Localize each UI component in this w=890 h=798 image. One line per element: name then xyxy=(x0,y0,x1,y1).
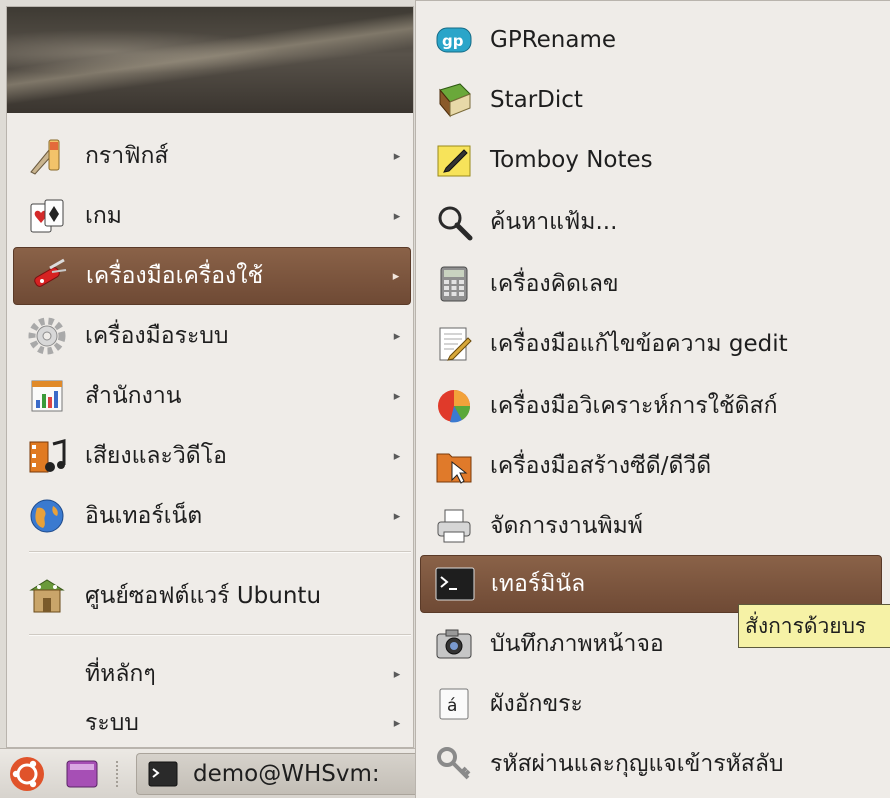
submenu-item-label: StarDict xyxy=(490,87,583,113)
menu-item-label: กราฟิกส์ xyxy=(85,143,169,169)
submenu-item-passwords-keys[interactable]: รหัสผ่านและกุญแจเข้ารหัสลับ xyxy=(420,735,882,793)
menu-item-system-tools[interactable]: เครื่องมือระบบ ▸ xyxy=(13,307,411,365)
keys-icon xyxy=(432,742,476,786)
menu-item-label: ระบบ xyxy=(85,710,139,736)
submenu-item-label: เทอร์มินัล xyxy=(491,571,586,597)
menu-item-sound-video[interactable]: เสียงและวิดีโอ ▸ xyxy=(13,427,411,485)
menu-item-accessories[interactable]: เครื่องมือเครื่องใช้ ▸ xyxy=(13,247,411,305)
svg-text:gp: gp xyxy=(442,32,464,50)
submenu-item-text-editor[interactable]: เครื่องมือแก้ไขข้อความ gedit xyxy=(420,315,882,373)
printer-icon xyxy=(432,504,476,548)
submenu-item-label: GPRename xyxy=(490,27,617,53)
menu-item-places[interactable]: ที่หลักๆ ▸ xyxy=(13,648,411,700)
calculator-icon xyxy=(432,262,476,306)
sound-video-icon xyxy=(25,434,69,478)
internet-icon xyxy=(25,494,69,538)
submenu-arrow-icon: ▸ xyxy=(393,508,401,524)
software-center-icon xyxy=(25,574,69,618)
menu-item-system[interactable]: ระบบ ▸ xyxy=(13,700,411,746)
terminal-icon xyxy=(433,562,477,606)
submenu-item-stardict[interactable]: StarDict xyxy=(420,71,882,129)
disk-usage-icon xyxy=(432,384,476,428)
submenu-item-label: Tomboy Notes xyxy=(490,147,653,173)
submenu-item-calculator[interactable]: เครื่องคิดเลข xyxy=(420,255,882,313)
accessories-submenu: gp GPRename StarDict Tomboy Notes ค้นหาแ… xyxy=(415,0,890,798)
submenu-arrow-icon: ▸ xyxy=(393,715,401,731)
character-map-icon: á xyxy=(432,682,476,726)
menu-item-label: อินเทอร์เน็ต xyxy=(85,503,203,529)
submenu-item-label: รหัสผ่านและกุญแจเข้ารหัสลับ xyxy=(490,751,784,777)
taskbar-button-label: demo@WHSvm: xyxy=(193,761,380,787)
submenu-item-label: ค้นหาแฟ้ม... xyxy=(490,209,618,235)
taskbar-button-terminal[interactable]: demo@WHSvm: xyxy=(136,753,415,795)
submenu-arrow-icon: ▸ xyxy=(392,268,400,284)
submenu-item-disk-usage[interactable]: เครื่องมือวิเคราะห์การใช้ดิสก์ xyxy=(420,377,882,435)
menu-separator xyxy=(29,634,411,636)
terminal-tooltip: สั่งการด้วยบร xyxy=(738,604,890,648)
submenu-arrow-icon: ▸ xyxy=(393,208,401,224)
submenu-item-label: เครื่องมือวิเคราะห์การใช้ดิสก์ xyxy=(490,393,778,419)
terminal-icon xyxy=(147,760,179,788)
bottom-panel: demo@WHSvm: xyxy=(0,748,415,798)
office-icon xyxy=(25,374,69,418)
submenu-arrow-icon: ▸ xyxy=(393,148,401,164)
submenu-arrow-icon: ▸ xyxy=(393,388,401,404)
menu-item-label: เครื่องมือระบบ xyxy=(85,323,229,349)
submenu-item-label: บันทึกภาพหน้าจอ xyxy=(490,631,664,657)
menu-item-graphics[interactable]: กราฟิกส์ ▸ xyxy=(13,127,411,185)
submenu-item-label: จัดการงานพิมพ์ xyxy=(490,513,643,539)
menu-item-label: เกม xyxy=(85,203,122,229)
graphics-icon xyxy=(25,134,69,178)
submenu-item-cd-burner[interactable]: เครื่องมือสร้างซีดี/ดีวีดี xyxy=(420,437,882,495)
cd-burner-icon xyxy=(432,444,476,488)
menu-separator xyxy=(29,551,411,553)
menu-item-label: เครื่องมือเครื่องใช้ xyxy=(86,263,264,289)
ubuntu-menu-icon[interactable] xyxy=(6,753,48,795)
camera-icon xyxy=(432,622,476,666)
menu-item-office[interactable]: สำนักงาน ▸ xyxy=(13,367,411,425)
stardict-icon xyxy=(432,78,476,122)
search-icon xyxy=(432,200,476,244)
menu-banner-image xyxy=(7,7,413,113)
text-editor-icon xyxy=(432,322,476,366)
menu-item-label: เสียงและวิดีโอ xyxy=(85,443,227,469)
menu-item-software-center[interactable]: ศูนย์ซอฟต์แวร์ Ubuntu xyxy=(13,567,411,625)
submenu-arrow-icon: ▸ xyxy=(393,328,401,344)
submenu-item-label: เครื่องมือสร้างซีดี/ดีวีดี xyxy=(490,453,712,479)
menu-item-label: สำนักงาน xyxy=(85,383,182,409)
menu-item-games[interactable]: เกม ▸ xyxy=(13,187,411,245)
submenu-item-print-manager[interactable]: จัดการงานพิมพ์ xyxy=(420,497,882,555)
accessories-icon xyxy=(26,254,70,298)
submenu-item-label: ผังอักขระ xyxy=(490,691,583,717)
tomboy-notes-icon xyxy=(432,138,476,182)
games-icon xyxy=(25,194,69,238)
submenu-item-tomboy-notes[interactable]: Tomboy Notes xyxy=(420,131,882,189)
submenu-item-search-files[interactable]: ค้นหาแฟ้ม... xyxy=(420,193,882,251)
submenu-item-label: เครื่องคิดเลข xyxy=(490,271,619,297)
submenu-item-character-map[interactable]: á ผังอักขระ xyxy=(420,675,882,733)
submenu-arrow-icon: ▸ xyxy=(393,448,401,464)
submenu-arrow-icon: ▸ xyxy=(393,666,401,682)
submenu-item-gprename[interactable]: gp GPRename xyxy=(420,11,882,69)
submenu-item-label: เครื่องมือแก้ไขข้อความ gedit xyxy=(490,331,788,357)
panel-handle[interactable] xyxy=(116,761,124,787)
gprename-icon: gp xyxy=(432,18,476,62)
main-menu: กราฟิกส์ ▸ เกม ▸ เครื่องมือเครื่องใช้ ▸ … xyxy=(6,6,414,748)
workspace-icon[interactable] xyxy=(64,757,100,791)
svg-text:á: á xyxy=(447,696,457,716)
system-tools-icon xyxy=(25,314,69,358)
menu-item-label: ศูนย์ซอฟต์แวร์ Ubuntu xyxy=(85,583,322,609)
menu-item-internet[interactable]: อินเทอร์เน็ต ▸ xyxy=(13,487,411,545)
menu-item-label: ที่หลักๆ xyxy=(85,661,156,687)
